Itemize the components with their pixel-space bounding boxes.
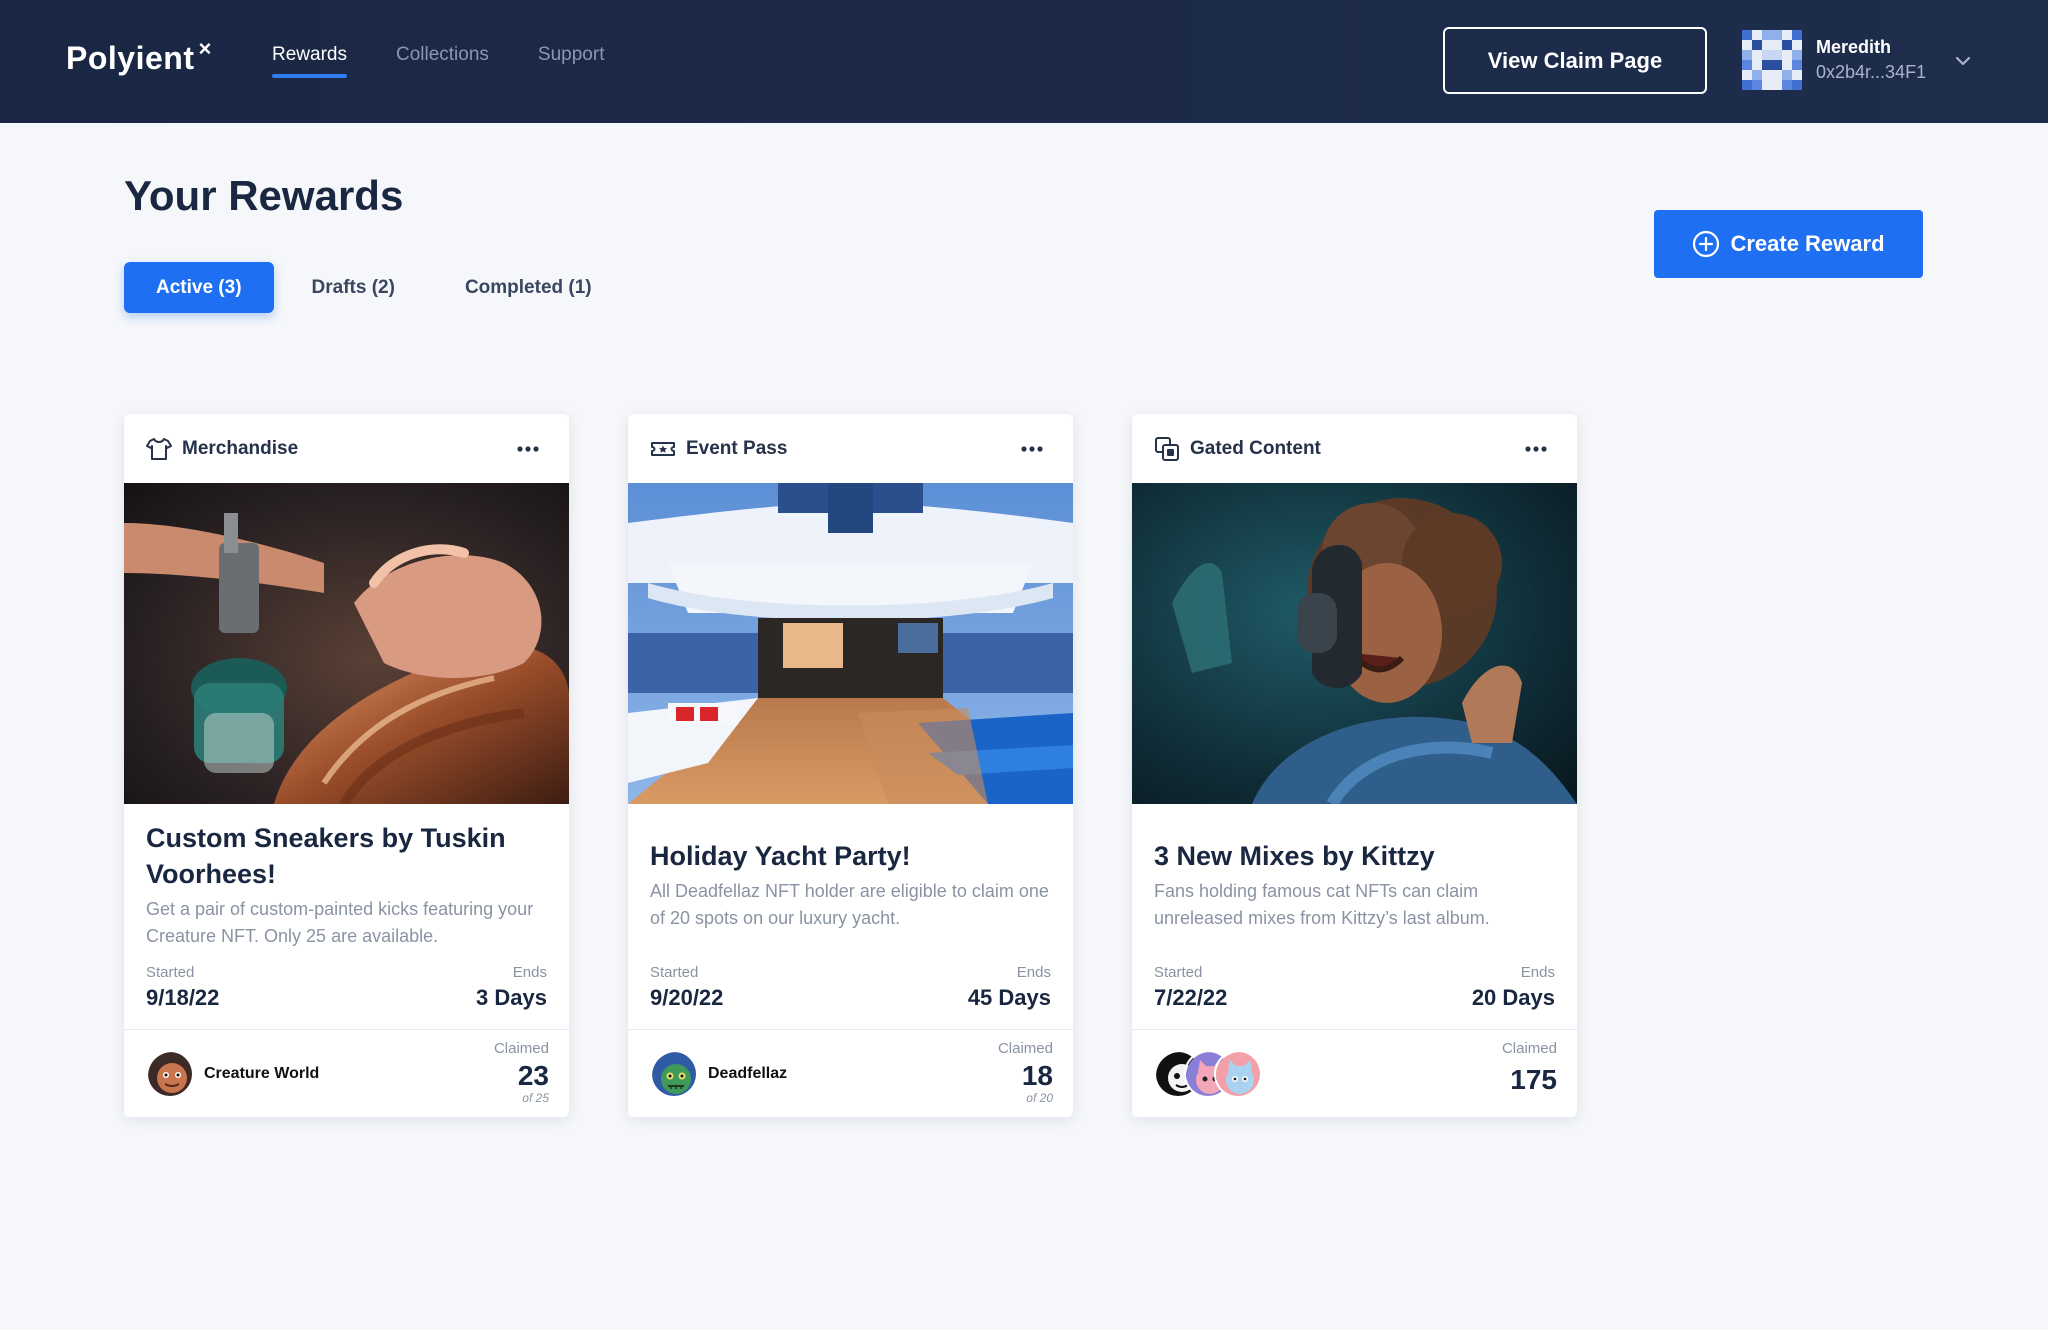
nav-support[interactable]: Support [538, 44, 605, 78]
started-label: Started [650, 964, 699, 981]
claimed-count: 175 [1510, 1064, 1557, 1095]
plus-circle-icon [1693, 230, 1720, 258]
main-nav: Rewards Collections Support [272, 44, 604, 78]
collection-avatar [1214, 1049, 1262, 1098]
card-title: Holiday Yacht Party! [650, 841, 911, 871]
wallet-address: 0x2b4r...34F1 [1816, 62, 1927, 82]
claimed-total: of 25 [522, 1091, 549, 1105]
ends-label: Ends [512, 964, 547, 981]
yacht-deck-image [628, 483, 1073, 804]
started-date: 9/20/22 [650, 985, 724, 1010]
more-options-icon[interactable] [1019, 436, 1045, 462]
top-bar: Polyient × Rewards Collections Support Vi… [0, 0, 2048, 123]
card-description: All Deadfellaz NFT holder are eligible t… [650, 881, 1049, 928]
claimed-label: Claimed [493, 1040, 549, 1057]
card-category: Merchandise [182, 437, 299, 459]
more-options-icon[interactable] [1523, 436, 1549, 462]
nav-collections[interactable]: Collections [396, 44, 489, 78]
card-description: Fans holding famous cat NFTs can claim u… [1154, 881, 1490, 928]
avatar [1742, 30, 1802, 90]
reward-card-yacht[interactable]: Event Pass Holiday Yacht Party! All Dead… [628, 414, 1073, 1117]
tab-completed[interactable]: Completed (1) [433, 262, 624, 313]
more-options-icon[interactable] [515, 436, 541, 462]
started-date: 7/22/22 [1154, 985, 1228, 1010]
chevron-down-icon[interactable] [1952, 50, 1974, 72]
gated-content-icon [1155, 436, 1179, 461]
card-category: Event Pass [686, 437, 788, 459]
ticket-icon [651, 441, 675, 456]
create-reward-label: Create Reward [1730, 231, 1885, 256]
collection-avatar [650, 1049, 698, 1098]
collection-name: Creature World [204, 1064, 320, 1082]
nav-rewards[interactable]: Rewards [272, 44, 347, 78]
brand-logo[interactable]: Polyient × [66, 36, 212, 77]
view-claim-page-button[interactable]: View Claim Page [1443, 27, 1707, 94]
collection-avatar [146, 1049, 194, 1098]
started-label: Started [146, 964, 195, 981]
reward-card-sneakers[interactable]: Merchandise Custom Sneakers by Tuskin Vo… [124, 414, 569, 1117]
reward-tabs: Active (3) Drafts (2) Completed (1) [124, 262, 624, 313]
ends-value: 45 Days [967, 985, 1051, 1010]
collection-avatar-stack [1154, 1049, 1262, 1098]
card-title: 3 New Mixes by Kittzy [1154, 841, 1435, 871]
tab-drafts[interactable]: Drafts (2) [280, 262, 427, 313]
brand-name: Polyient [66, 40, 195, 76]
card-title: Custom Sneakers by Tuskin Voorhees! [146, 823, 506, 889]
collection-name: Deadfellaz [708, 1064, 788, 1082]
card-category: Gated Content [1190, 437, 1321, 459]
ends-value: 20 Days [1471, 985, 1555, 1010]
ends-label: Ends [1520, 964, 1555, 981]
singer-studio-image [1132, 483, 1577, 804]
brand-mark: × [198, 36, 212, 61]
claimed-count: 18 [1021, 1060, 1053, 1091]
user-name: Meredith [1816, 37, 1892, 57]
reward-card-mixes[interactable]: Gated Content 3 New Mixes by Kittzy Fans… [1132, 414, 1577, 1117]
claimed-count: 23 [517, 1060, 549, 1091]
ends-label: Ends [1016, 964, 1051, 981]
create-reward-button[interactable]: Create Reward [1654, 210, 1923, 278]
claimed-label: Claimed [997, 1040, 1053, 1057]
claimed-label: Claimed [1501, 1040, 1557, 1057]
started-date: 9/18/22 [146, 985, 220, 1010]
tshirt-icon [146, 437, 172, 460]
ends-value: 3 Days [476, 985, 547, 1010]
tab-active[interactable]: Active (3) [124, 262, 274, 313]
started-label: Started [1154, 964, 1203, 981]
card-description: Get a pair of custom-painted kicks featu… [146, 899, 534, 946]
page-title: Your Rewards [124, 172, 404, 219]
user-menu[interactable]: Meredith 0x2b4r...34F1 [1742, 30, 1926, 90]
claimed-total: of 20 [1026, 1091, 1053, 1105]
airbrush-sneaker-image [124, 483, 569, 804]
